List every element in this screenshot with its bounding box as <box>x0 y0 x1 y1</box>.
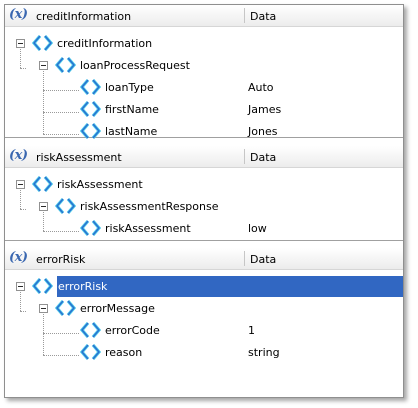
element-node-icon <box>32 175 53 193</box>
tree-row[interactable]: loanType Auto <box>5 77 403 98</box>
variable-panel-creditinformation: (x) creditInformation Data creditInforma… <box>5 5 403 140</box>
panel-header: (x) errorRisk Data <box>5 248 403 270</box>
collapse-toggle-icon[interactable] <box>16 282 25 291</box>
collapse-toggle-icon[interactable] <box>16 39 25 48</box>
tree-row[interactable]: loanProcessRequest <box>5 55 403 76</box>
node-label: errorCode <box>105 324 160 337</box>
column-separator[interactable] <box>244 149 245 164</box>
element-node-icon <box>80 343 101 361</box>
collapse-toggle-icon[interactable] <box>39 61 48 70</box>
node-value[interactable]: string <box>248 346 280 359</box>
collapse-toggle-icon[interactable] <box>16 180 25 189</box>
node-label: creditInformation <box>57 37 153 50</box>
node-label: loanProcessRequest <box>80 59 190 72</box>
variable-name-column-header[interactable]: riskAssessment <box>36 151 122 164</box>
data-column-header[interactable]: Data <box>250 253 276 266</box>
node-value[interactable]: Auto <box>248 81 274 94</box>
variable-x-icon: (x) <box>9 7 28 22</box>
element-node-icon <box>32 34 53 52</box>
node-label: riskAssessmentResponse <box>80 200 219 213</box>
variable-name-column-header[interactable]: creditInformation <box>36 10 131 23</box>
tree-row[interactable]: reason string <box>5 342 403 363</box>
variable-x-icon: (x) <box>9 250 28 265</box>
data-column-header[interactable]: Data <box>250 151 276 164</box>
element-node-icon <box>32 277 53 295</box>
variable-x-icon: (x) <box>9 148 28 163</box>
node-label: errorMessage <box>80 302 155 315</box>
tree-row[interactable]: errorCode 1 <box>5 320 403 341</box>
node-label: lastName <box>105 125 158 138</box>
collapse-toggle-icon[interactable] <box>39 304 48 313</box>
variable-panel-errorrisk: (x) errorRisk Data errorRisk errorMessag… <box>5 248 403 397</box>
element-node-icon <box>55 299 76 317</box>
element-node-icon <box>55 197 76 215</box>
node-label: riskAssessment <box>57 178 143 191</box>
tree-row-selected[interactable]: errorRisk <box>5 276 403 297</box>
collapse-toggle-icon[interactable] <box>39 202 48 211</box>
variables-view: (x) creditInformation Data creditInforma… <box>4 4 404 398</box>
variable-panel-riskassessment: (x) riskAssessment Data riskAssessment r… <box>5 146 403 241</box>
node-label: reason <box>105 346 143 359</box>
node-value[interactable]: low <box>248 222 267 235</box>
element-node-icon <box>80 78 101 96</box>
selection-highlight <box>57 276 403 297</box>
node-label: errorRisk <box>58 280 108 293</box>
tree-row[interactable]: firstName James <box>5 99 403 120</box>
node-label: riskAssessment <box>105 222 191 235</box>
element-node-icon <box>80 219 101 237</box>
element-node-icon <box>80 122 101 140</box>
element-node-icon <box>55 56 76 74</box>
element-node-icon <box>80 100 101 118</box>
column-separator[interactable] <box>244 251 245 266</box>
tree-row[interactable]: lastName Jones <box>5 121 403 142</box>
node-value[interactable]: Jones <box>248 125 277 138</box>
node-label: firstName <box>105 103 159 116</box>
node-label: loanType <box>105 81 154 94</box>
tree-row[interactable]: creditInformation <box>5 33 403 54</box>
panel-header: (x) creditInformation Data <box>5 5 403 27</box>
column-separator[interactable] <box>244 8 245 23</box>
tree-row[interactable]: riskAssessment <box>5 174 403 195</box>
node-value[interactable]: 1 <box>248 324 255 337</box>
panel-header: (x) riskAssessment Data <box>5 146 403 168</box>
tree-row[interactable]: errorMessage <box>5 298 403 319</box>
element-node-icon <box>80 321 101 339</box>
tree-row[interactable]: riskAssessment low <box>5 218 403 239</box>
node-value[interactable]: James <box>248 103 281 116</box>
data-column-header[interactable]: Data <box>250 10 276 23</box>
variable-name-column-header[interactable]: errorRisk <box>36 253 85 266</box>
tree-row[interactable]: riskAssessmentResponse <box>5 196 403 217</box>
